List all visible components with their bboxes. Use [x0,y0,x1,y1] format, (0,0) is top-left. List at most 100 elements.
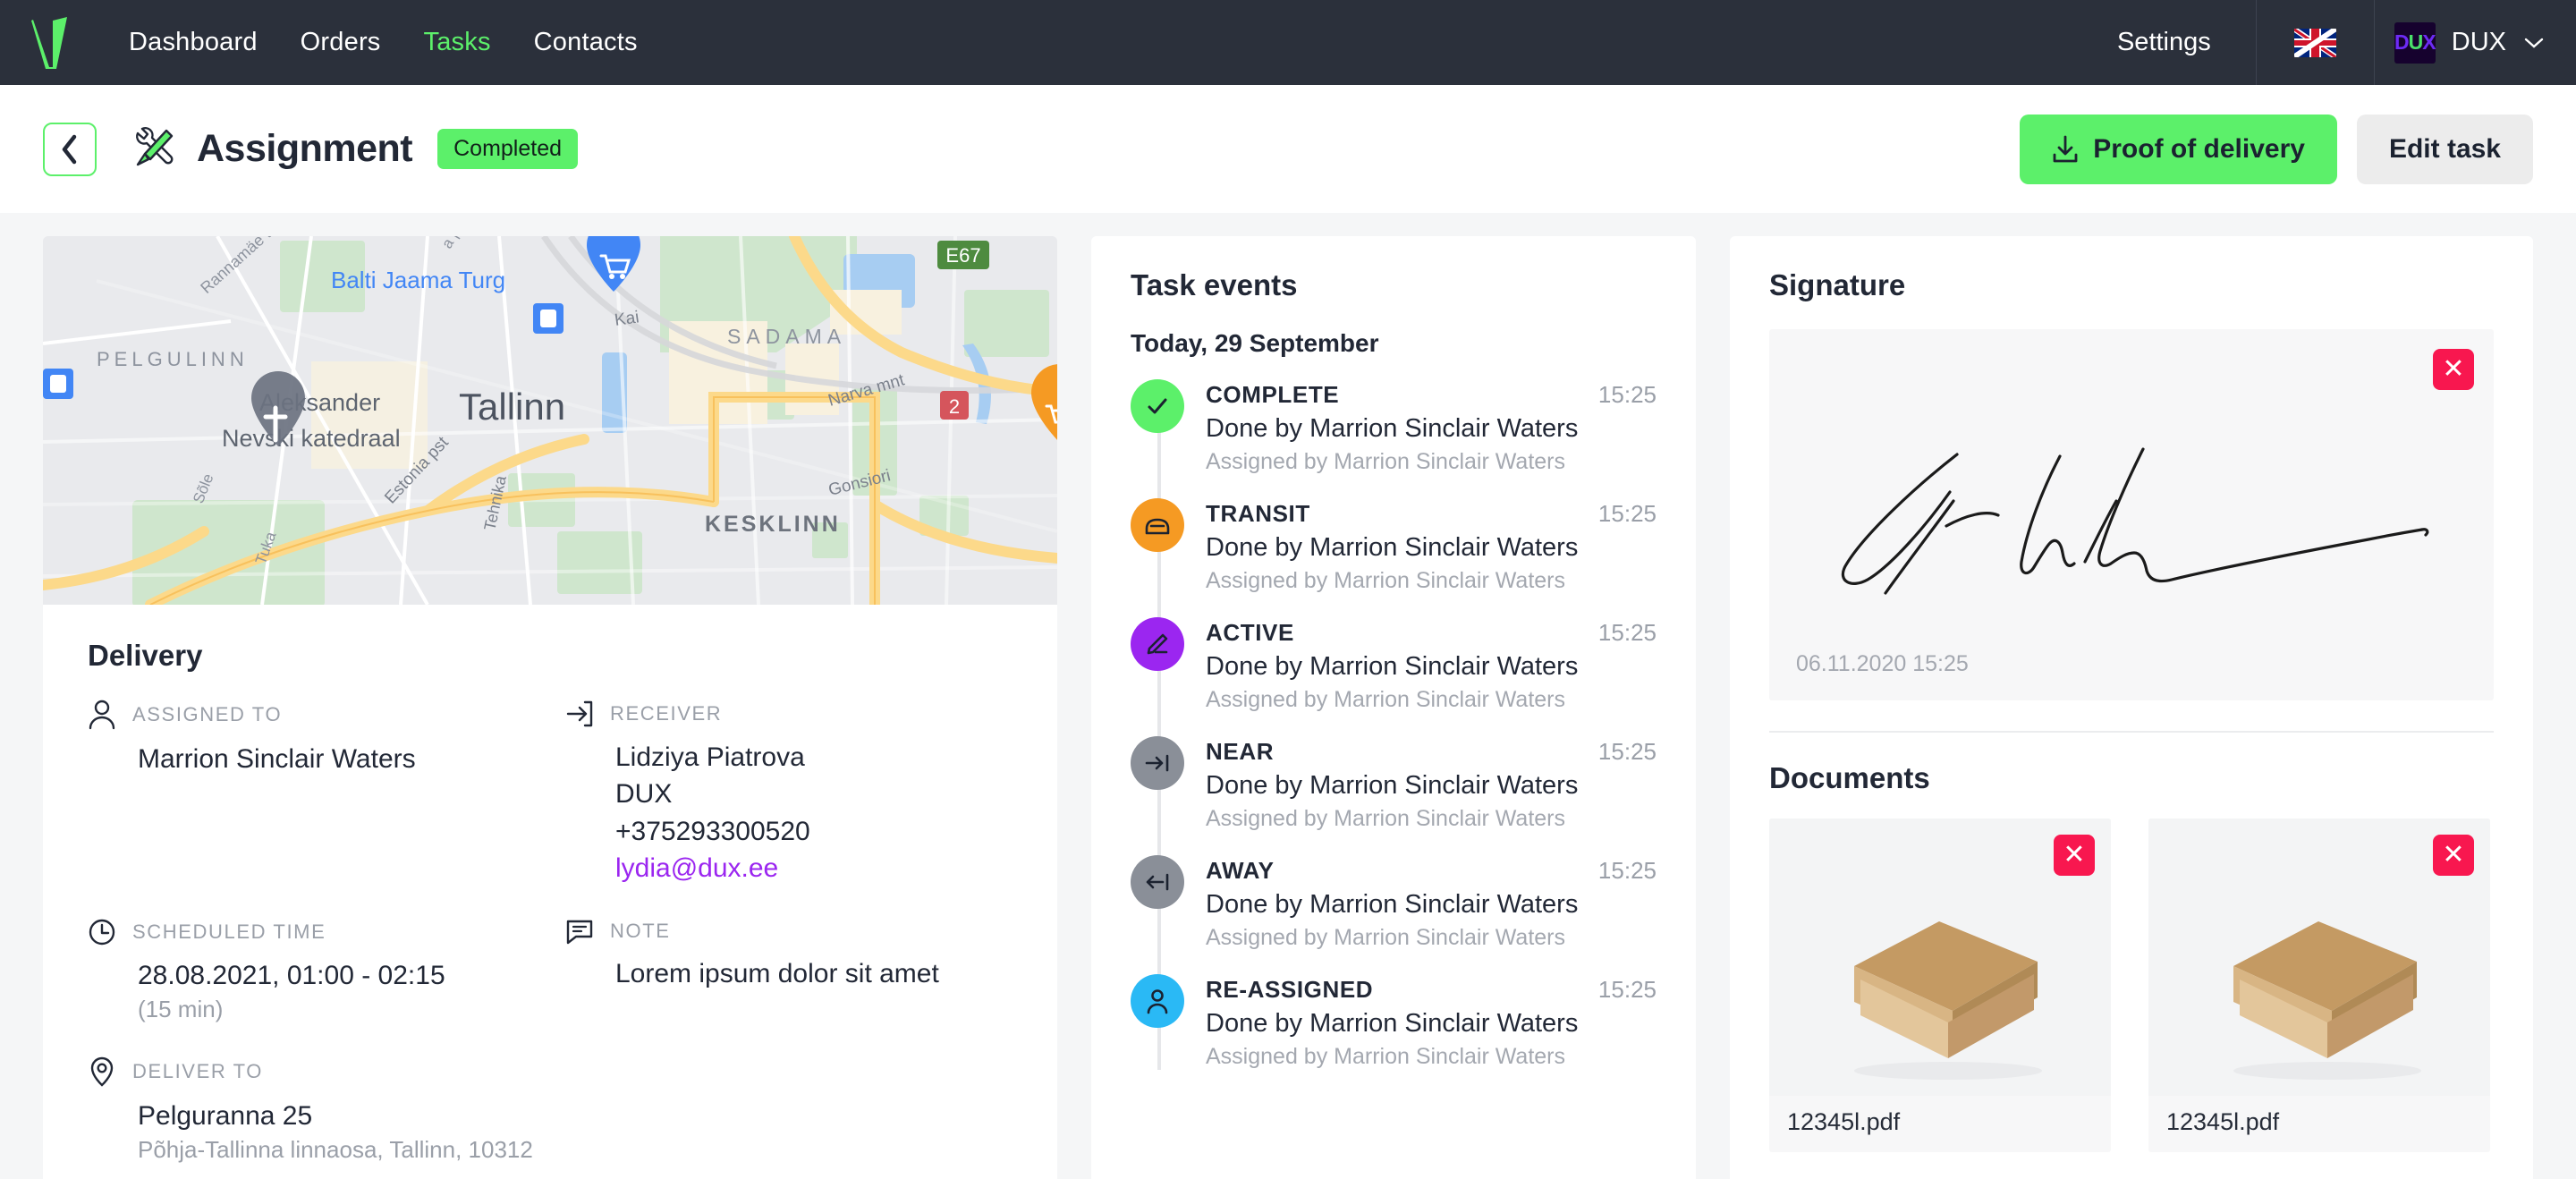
check-icon [1148,398,1167,414]
event-done-by: Done by Marrion Sinclair Waters [1206,652,1579,681]
clock-icon [89,919,115,945]
event-assigned-by: Assigned by Marrion Sinclair Waters [1206,806,1565,831]
field-label-note: NOTE [610,919,671,942]
receiver-company: DUX [615,779,673,810]
delivery-map[interactable]: Balti Jaama Turg PELGULINN Aleksander Ne… [43,236,1057,605]
delivery-section-title: Delivery [88,639,203,672]
transit-icon-1 [533,303,564,334]
pencil-icon [1147,633,1168,655]
uk-flag-icon [2293,28,2336,57]
document-item[interactable]: ✕ 12345l.pdf [1769,819,2111,1152]
delivery-details: Delivery ASSIGNED TO Marrion Sinclair Wa… [43,605,1057,1179]
receiver-email[interactable]: lydia@dux.ee [565,850,1013,886]
svg-text:Kai: Kai [614,308,640,330]
svg-text:Nevski katedraal: Nevski katedraal [222,425,401,452]
status-badge: Completed [437,129,579,169]
field-receiver: RECEIVER Lidziya Piatrova DUX +375293300… [565,700,1013,887]
field-deliver-to: DELIVER TO Pelguranna 25 Põhja-Tallinna … [88,1056,535,1166]
deliver-to-address: Põhja-Tallinna linnaosa, Tallinn, 10312 [138,1136,533,1164]
assignment-tools-icon [129,125,177,174]
event-dot-active [1131,617,1184,671]
task-event-row[interactable]: TRANSIT 15:25 Done by Marrion Sinclair W… [1131,498,1657,594]
task-event-row[interactable]: ACTIVE 15:25 Done by Marrion Sinclair Wa… [1131,617,1657,713]
remove-document-button[interactable]: ✕ [2054,835,2095,876]
signature-image [1841,447,2429,595]
main-nav: Dashboard Orders Tasks Contacts [129,28,638,57]
settings-link[interactable]: Settings [2072,28,2256,57]
event-time: 15:25 [1597,500,1657,527]
edit-task-label: Edit task [2388,133,2501,164]
documents-title: Documents [1769,761,1930,794]
document-filename: 12345l.pdf [2166,1108,2280,1135]
svg-text:2: 2 [949,395,960,418]
title-bar-actions: Proof of delivery Edit task [2020,114,2533,184]
remove-document-button[interactable]: ✕ [2433,835,2474,876]
task-event-row[interactable]: AWAY 15:25 Done by Marrion Sinclair Wate… [1131,855,1657,951]
task-event-row[interactable]: RE-ASSIGNED 15:25 Done by Marrion Sincla… [1131,974,1657,1070]
task-events-title: Task events [1131,268,1298,301]
field-label-deliver-to: DELIVER TO [132,1059,264,1082]
edit-task-button[interactable]: Edit task [2356,114,2533,184]
person-icon [1147,989,1168,1014]
signature-timestamp: 06.11.2020 15:25 [1796,651,1969,676]
arrow-right-icon [1145,754,1169,772]
top-nav-right: Settings DUX DUX [2072,0,2576,85]
page-title-bar: Assignment Completed Proof of delivery E… [0,85,2576,213]
field-scheduled-time: SCHEDULED TIME 28.08.2021, 01:00 - 02:15… [88,918,535,1026]
road-badge-2: 2 [940,391,969,420]
event-dot-reassigned [1131,974,1184,1028]
language-selector[interactable] [2257,28,2374,57]
nav-item-tasks[interactable]: Tasks [424,28,491,57]
delivery-card: Balti Jaama Turg PELGULINN Aleksander Ne… [43,236,1057,1179]
event-dot-near [1131,736,1184,790]
nav-item-orders[interactable]: Orders [301,28,381,57]
event-status: AWAY [1206,857,1275,884]
event-dot-complete [1131,379,1184,433]
document-filename: 12345l.pdf [1787,1108,1901,1135]
event-assigned-by: Assigned by Marrion Sinclair Waters [1206,925,1565,950]
note-value: Lorem ipsum dolor sit amet [615,958,939,988]
svg-text:SADAMA: SADAMA [727,325,846,348]
event-status: ACTIVE [1206,619,1294,646]
task-event-row[interactable]: COMPLETE 15:25 Done by Marrion Sinclair … [1131,379,1657,475]
event-done-by: Done by Marrion Sinclair Waters [1206,771,1579,800]
back-button[interactable] [43,122,97,176]
field-label-assigned-to: ASSIGNED TO [132,703,283,725]
app-logo[interactable] [27,15,79,71]
account-menu[interactable]: DUX DUX [2375,21,2576,64]
pin-icon [90,1056,114,1087]
scheduled-time-value: 28.08.2021, 01:00 - 02:15 [138,960,445,990]
task-event-row[interactable]: NEAR 15:25 Done by Marrion Sinclair Wate… [1131,736,1657,832]
proof-of-delivery-button[interactable]: Proof of delivery [2020,114,2337,184]
page-title: Assignment [197,127,413,170]
event-assigned-by: Assigned by Marrion Sinclair Waters [1206,568,1565,593]
receiver-phone[interactable]: +375293300520 [565,813,1013,850]
nav-item-dashboard[interactable]: Dashboard [129,28,258,57]
svg-text:Balti Jaama Turg: Balti Jaama Turg [331,267,505,293]
event-time: 15:25 [1597,857,1657,884]
account-avatar: DUX [2394,21,2436,64]
document-item[interactable]: ✕ 12345l.pdf [2148,819,2490,1152]
delivery-info-grid: ASSIGNED TO Marrion Sinclair Waters RECE… [88,700,1013,1179]
transit-icon-2 [43,369,73,399]
documents-divider [1769,731,2494,733]
event-status: COMPLETE [1206,381,1340,408]
field-note: NOTE Lorem ipsum dolor sit amet [565,918,1013,1026]
event-dot-away [1131,855,1184,909]
event-done-by: Done by Marrion Sinclair Waters [1206,533,1579,562]
road-badge-e67: E67 [937,241,989,269]
event-time: 15:25 [1597,381,1657,408]
map-canvas: Balti Jaama Turg PELGULINN Aleksander Ne… [43,236,1057,605]
event-assigned-by: Assigned by Marrion Sinclair Waters [1206,687,1565,712]
remove-signature-button[interactable]: ✕ [2433,349,2474,390]
nav-item-contacts[interactable]: Contacts [534,28,638,57]
task-events-card: Task events Today, 29 September COMPLETE… [1091,236,1696,1179]
deliver-to-value: Pelguranna 25 [138,1100,313,1131]
arrow-left-icon [1146,873,1169,891]
task-events-timeline: COMPLETE 15:25 Done by Marrion Sinclair … [1131,379,1657,1070]
event-done-by: Done by Marrion Sinclair Waters [1206,1009,1579,1038]
top-navigation-bar: Dashboard Orders Tasks Contacts Settings… [0,0,2576,85]
event-time: 15:25 [1597,976,1657,1003]
account-name: DUX [2451,28,2506,56]
chevron-left-icon [62,134,77,164]
